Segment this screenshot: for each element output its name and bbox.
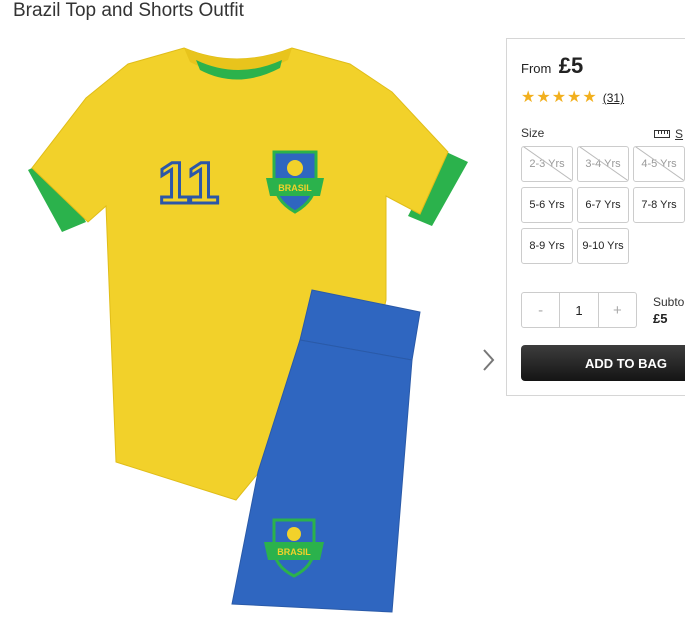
size-guide-label: S: [675, 127, 684, 141]
quantity-stepper: - 1 +: [521, 292, 637, 328]
star-icon: ★: [536, 89, 551, 106]
ruler-icon: [654, 130, 670, 138]
size-option-button[interactable]: 8-9 Yrs: [521, 228, 573, 264]
svg-text:11: 11: [158, 151, 219, 216]
size-option-button[interactable]: 2-3 Yrs: [521, 146, 573, 182]
star-icon: ★: [551, 89, 567, 106]
star-icon: ★: [567, 89, 582, 106]
star-icon: ★: [521, 89, 536, 106]
price: £5: [558, 53, 584, 78]
svg-text:BRASIL: BRASIL: [278, 183, 312, 193]
quantity-decrease-button[interactable]: -: [522, 293, 559, 327]
star-icon: ★: [582, 89, 597, 106]
size-guide-link[interactable]: S: [654, 127, 683, 141]
svg-text:BRASIL: BRASIL: [277, 547, 311, 557]
size-option-button[interactable]: 7-8 Yrs: [633, 187, 685, 223]
price-row: From £5: [521, 53, 583, 79]
product-image: 11 BRASIL BRASIL: [28, 47, 468, 613]
buy-panel: From £5 ★ ★ ★ ★ ★ (31) Size S 2-3 Yrs 3-4 Yrs…: [506, 38, 685, 396]
shirt-number: 11: [157, 150, 221, 218]
quantity-input[interactable]: 1: [559, 293, 599, 327]
add-to-bag-button[interactable]: ADD TO BAG: [521, 345, 685, 381]
size-option-button[interactable]: 6-7 Yrs: [577, 187, 629, 223]
next-image-arrow-icon[interactable]: [478, 346, 498, 374]
quantity-increase-button[interactable]: +: [599, 293, 636, 327]
product-title: Brazil Top and Shorts Outfit: [13, 0, 244, 21]
subtotal-label: Subto: [653, 295, 685, 309]
size-label: Size: [521, 126, 545, 140]
size-option-button[interactable]: 3-4 Yrs: [577, 146, 629, 182]
review-count-link[interactable]: (31): [603, 91, 624, 105]
size-option-button[interactable]: 5-6 Yrs: [521, 187, 573, 223]
star-rating: ★ ★ ★ ★ ★: [521, 90, 598, 106]
from-label: From: [521, 61, 552, 76]
rating: ★ ★ ★ ★ ★ (31): [521, 90, 624, 106]
size-option-button[interactable]: 9-10 Yrs: [577, 228, 629, 264]
subtotal-value: £5: [653, 311, 668, 326]
size-option-button[interactable]: 4-5 Yrs: [633, 146, 685, 182]
